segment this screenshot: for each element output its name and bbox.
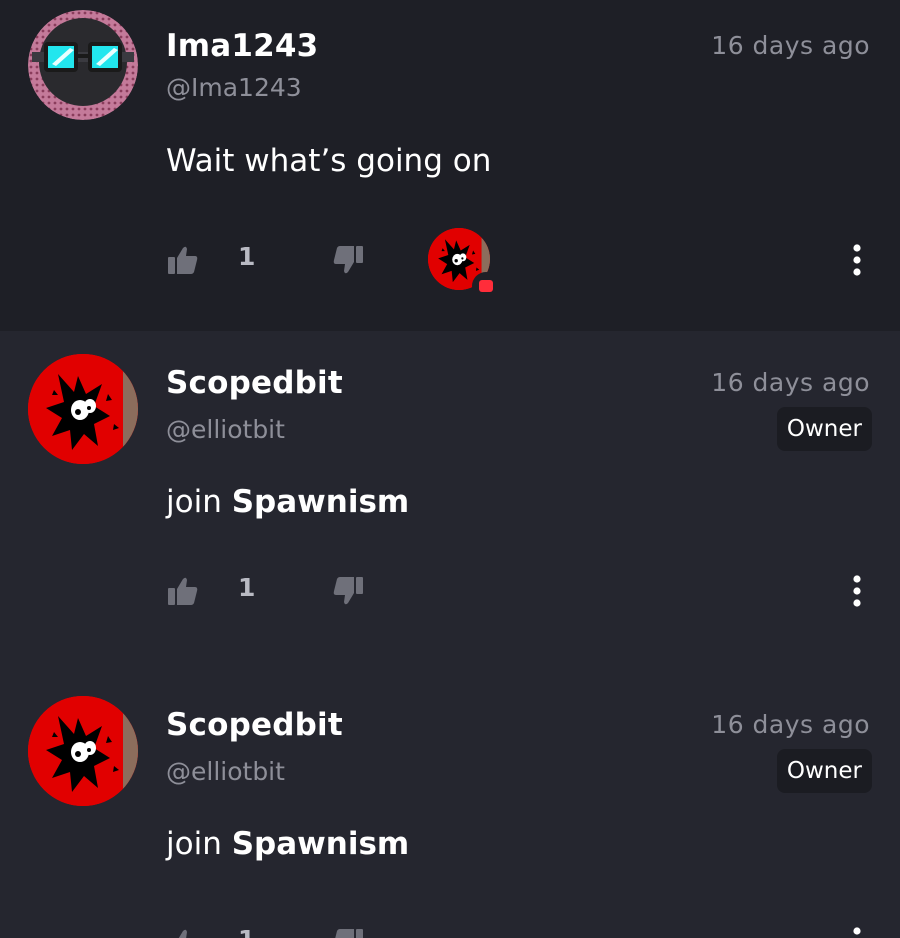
comment-text-bold: Spawnism: [231, 826, 410, 862]
comment-text: Wait what’s going on: [166, 143, 492, 179]
comment-text: join Spawnism: [166, 826, 409, 862]
comment-actions: 1: [166, 240, 876, 300]
reply-indicator-icon: [472, 272, 500, 300]
thumbs-up-icon[interactable]: [166, 244, 200, 276]
red-creature-avatar-icon: [28, 354, 138, 464]
timestamp: 16 days ago: [711, 31, 870, 60]
more-vertical-icon[interactable]: [852, 573, 862, 609]
comment-item: Ima1243 @Ima1243 16 days ago Wait what’s…: [0, 0, 900, 331]
avatar[interactable]: [28, 354, 138, 464]
comment-text: join Spawnism: [166, 484, 409, 520]
like-count: 1: [238, 925, 255, 938]
user-handle[interactable]: @elliotbit: [166, 757, 285, 786]
avatar[interactable]: [28, 696, 138, 806]
comment-item: Scopedbit @elliotbit 16 days ago Owner j…: [0, 331, 900, 673]
like-count: 1: [238, 242, 256, 271]
thumbs-up-icon[interactable]: [166, 575, 200, 607]
thumbs-up-icon[interactable]: [166, 927, 200, 938]
owner-badge: Owner: [776, 407, 872, 451]
more-vertical-icon[interactable]: [852, 925, 862, 938]
goggles-avatar-icon: [28, 10, 138, 120]
comment-text-bold: Spawnism: [231, 484, 410, 520]
thumbs-down-icon[interactable]: [331, 927, 365, 938]
thumbs-down-icon[interactable]: [331, 244, 365, 276]
more-vertical-icon[interactable]: [852, 242, 862, 278]
comment-item: Scopedbit @elliotbit 16 days ago Owner j…: [0, 673, 900, 938]
timestamp: 16 days ago: [711, 368, 870, 397]
comment-text-prefix: join: [166, 826, 232, 862]
owner-badge: Owner: [776, 749, 872, 793]
comment-text-prefix: join: [166, 484, 232, 520]
user-handle[interactable]: @Ima1243: [166, 73, 302, 102]
timestamp: 16 days ago: [711, 710, 870, 739]
like-count: 1: [238, 573, 256, 602]
comment-actions: 1: [166, 923, 876, 938]
thumbs-down-icon[interactable]: [331, 575, 365, 607]
username[interactable]: Scopedbit: [166, 707, 343, 743]
user-handle[interactable]: @elliotbit: [166, 415, 285, 444]
comment-actions: 1: [166, 571, 876, 611]
avatar[interactable]: [28, 10, 138, 120]
username[interactable]: Scopedbit: [166, 365, 343, 401]
red-creature-avatar-icon: [28, 696, 138, 806]
username[interactable]: Ima1243: [166, 28, 318, 64]
